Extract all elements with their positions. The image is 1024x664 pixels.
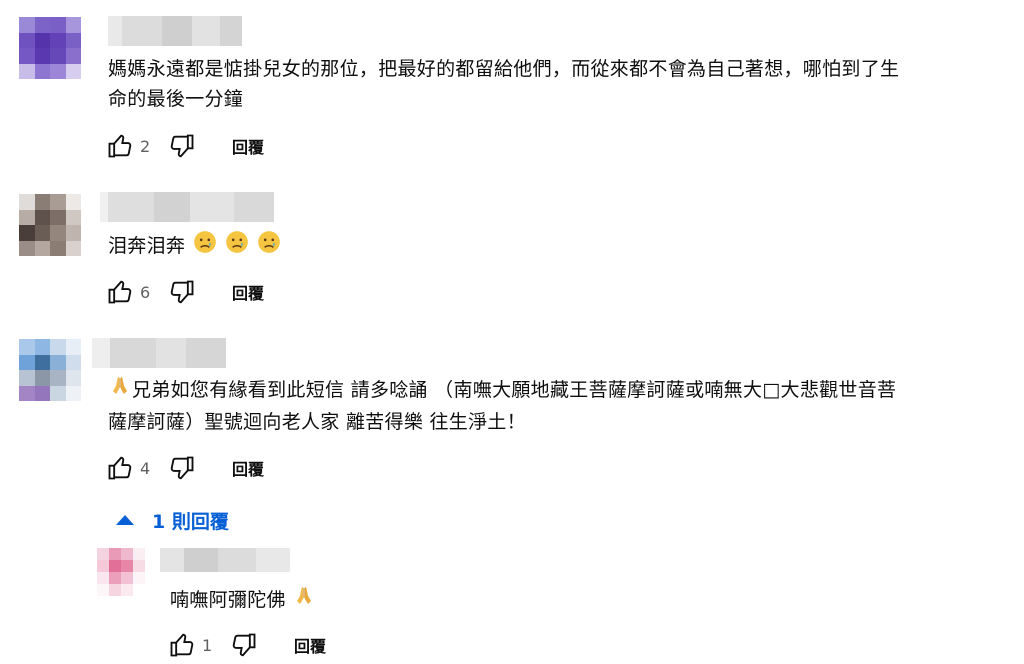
comment-text-line-2: 薩摩訶薩）聖號迴向老人家 離苦得樂 往生淨土！	[108, 411, 526, 433]
comment-text-line-1: 泪奔泪奔	[108, 235, 186, 257]
crying-face-emoji	[256, 229, 282, 264]
avatar[interactable]	[19, 17, 81, 79]
comment-text-line-1: 兄弟如您有緣看到此短信 請多唸誦 （南嘸大願地藏王菩薩摩訶薩或喃無大□大悲觀世音…	[132, 379, 897, 401]
comment-actions: 4 回覆	[104, 453, 264, 483]
crying-face-emoji	[192, 229, 218, 264]
reply-button[interactable]: 回覆	[294, 633, 326, 657]
comment-text: 兄弟如您有緣看到此短信 請多唸誦 （南嘸大願地藏王菩薩摩訶薩或喃無大□大悲觀世音…	[108, 374, 896, 437]
thumbs-up-icon[interactable]	[166, 629, 198, 661]
like-count: 4	[140, 458, 151, 478]
crying-face-emoji	[224, 229, 250, 264]
comment-text-line-2: 命的最後一分鐘	[108, 88, 244, 110]
comment-text: 媽媽永遠都是惦掛兒女的那位，把最好的都留給他們，而從來都不會為自己著想，哪怕到了…	[108, 54, 899, 114]
author-name-blurred[interactable]	[160, 548, 290, 572]
thumbs-down-icon[interactable]	[166, 276, 198, 308]
comment-text-line-1: 媽媽永遠都是惦掛兒女的那位，把最好的都留給他們，而從來都不會為自己著想，哪怕到了…	[108, 58, 900, 80]
thumbs-up-icon[interactable]	[104, 452, 136, 484]
folded-hands-emoji	[108, 374, 132, 407]
comment-2: 泪奔泪奔 6 回覆	[0, 180, 1024, 330]
thumbs-up-icon[interactable]	[104, 276, 136, 308]
comment-actions: 1 回覆	[166, 630, 326, 660]
avatar[interactable]	[19, 194, 81, 256]
thumbs-down-icon[interactable]	[166, 130, 198, 162]
author-name-blurred[interactable]	[100, 192, 274, 222]
like-count: 2	[140, 136, 151, 156]
triangle-up-icon	[116, 515, 134, 525]
like-count: 1	[202, 635, 213, 655]
replies-toggle-button[interactable]: 1 則回覆	[116, 505, 229, 535]
comment-actions: 6 回覆	[104, 277, 264, 307]
comment-3: 兄弟如您有緣看到此短信 請多唸誦 （南嘸大願地藏王菩薩摩訶薩或喃無大□大悲觀世音…	[0, 330, 1024, 505]
comment-text-line-1: 喃嘸阿彌陀佛	[170, 589, 286, 611]
replies-toggle-label: 1 則回覆	[152, 510, 229, 533]
author-name-blurred[interactable]	[92, 338, 226, 368]
thumbs-up-icon[interactable]	[104, 130, 136, 162]
author-name-blurred[interactable]	[108, 16, 242, 46]
thumbs-down-icon[interactable]	[228, 629, 260, 661]
like-count: 6	[140, 282, 151, 302]
avatar[interactable]	[19, 339, 81, 401]
reply-button[interactable]: 回覆	[232, 280, 264, 304]
comment-text: 泪奔泪奔	[108, 229, 282, 264]
thumbs-down-icon[interactable]	[166, 452, 198, 484]
comment-1: 媽媽永遠都是惦掛兒女的那位，把最好的都留給他們，而從來都不會為自己著想，哪怕到了…	[0, 0, 1024, 180]
folded-hands-emoji	[292, 584, 316, 617]
reply-button[interactable]: 回覆	[232, 134, 264, 158]
reply-button[interactable]: 回覆	[232, 456, 264, 480]
avatar[interactable]	[97, 548, 145, 596]
reply-comment: 喃嘸阿彌陀佛 1 回覆	[0, 545, 1024, 664]
comment-text: 喃嘸阿彌陀佛	[170, 584, 316, 617]
comment-actions: 2 回覆	[104, 131, 264, 161]
